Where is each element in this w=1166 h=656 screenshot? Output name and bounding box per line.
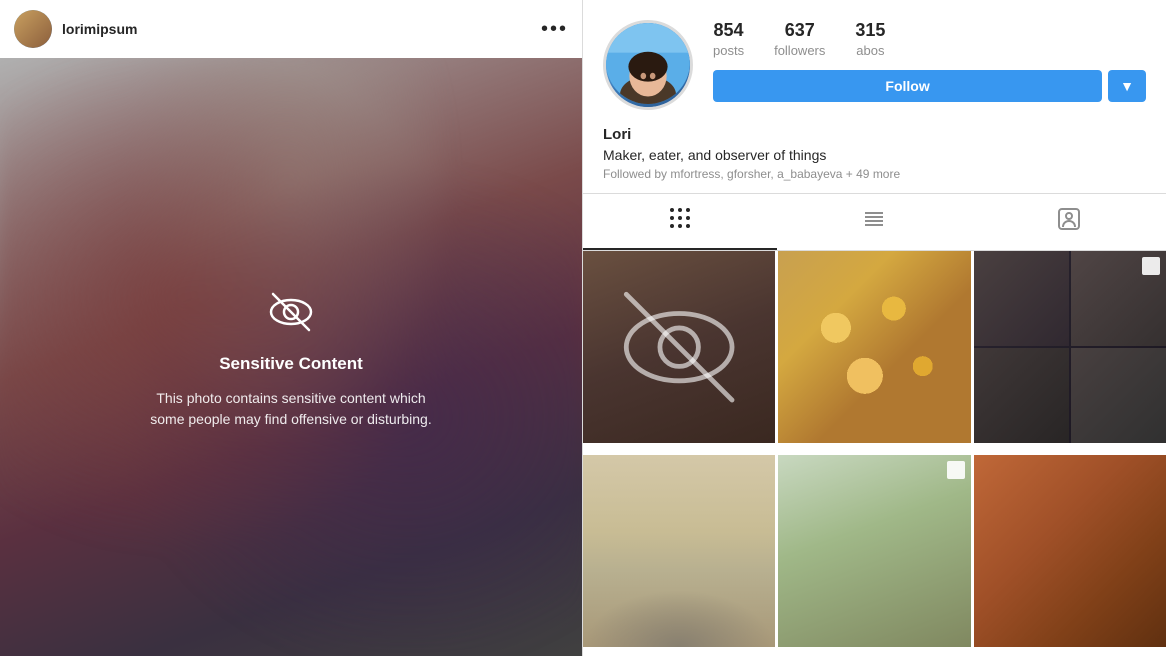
- grid-item[interactable]: [778, 251, 970, 443]
- post-image: Sensitive Content This photo contains se…: [0, 58, 582, 656]
- grid-item[interactable]: [974, 251, 1166, 443]
- avatar-image: [606, 23, 690, 107]
- posts-label: posts: [713, 43, 744, 58]
- photo-grid: [583, 251, 1166, 656]
- profile-tabs: [583, 193, 1166, 251]
- grid-item[interactable]: [583, 455, 775, 647]
- grid-icon: [668, 206, 692, 236]
- followers-stat[interactable]: 637 followers: [774, 20, 825, 58]
- right-panel: 854 posts 637 followers 315 abos Follow …: [583, 0, 1166, 656]
- followed-by-text: Followed by mfortress, gforsher, a_babay…: [603, 167, 1146, 181]
- profile-header: 854 posts 637 followers 315 abos Follow …: [583, 0, 1166, 126]
- sensitive-content-overlay: Sensitive Content This photo contains se…: [121, 264, 461, 450]
- profile-stats: 854 posts 637 followers 315 abos Follow …: [713, 20, 1146, 102]
- grid-eye-slash-icon: [583, 251, 775, 443]
- avatar-svg: [606, 23, 690, 107]
- grid-item-badge: [1142, 257, 1160, 275]
- posts-stat[interactable]: 854 posts: [713, 20, 744, 58]
- sensitive-description: This photo contains sensitive content wh…: [141, 388, 441, 430]
- person-tag-icon: [1057, 207, 1081, 237]
- follow-dropdown-button[interactable]: ▼: [1108, 70, 1146, 102]
- tab-tagged[interactable]: [972, 194, 1166, 250]
- post-username[interactable]: lorimipsum: [62, 21, 137, 37]
- following-stat[interactable]: 315 abos: [855, 20, 885, 58]
- chevron-down-icon: ▼: [1120, 78, 1134, 94]
- following-count: 315: [855, 20, 885, 41]
- list-icon: [862, 207, 886, 237]
- grid-item[interactable]: [778, 455, 970, 647]
- following-label: abos: [856, 43, 884, 58]
- post-header-left: lorimipsum: [14, 10, 137, 48]
- profile-avatar[interactable]: [603, 20, 693, 110]
- left-panel: lorimipsum ••• Sensitive Content This ph…: [0, 0, 583, 656]
- grid-item[interactable]: [583, 251, 775, 443]
- eye-slash-icon: [263, 284, 319, 340]
- stats-row: 854 posts 637 followers 315 abos: [713, 20, 1146, 58]
- profile-name: Lori: [603, 126, 1146, 143]
- tab-list[interactable]: [777, 194, 971, 250]
- profile-info: Lori Maker, eater, and observer of thing…: [583, 126, 1166, 193]
- followers-count: 637: [785, 20, 815, 41]
- profile-bio: Maker, eater, and observer of things: [603, 147, 1146, 163]
- grid-item[interactable]: [974, 455, 1166, 647]
- follow-row: Follow ▼: [713, 70, 1146, 102]
- grid-item-badge: [947, 461, 965, 479]
- followers-label: followers: [774, 43, 825, 58]
- more-options-button[interactable]: •••: [541, 19, 568, 39]
- follow-button[interactable]: Follow: [713, 70, 1102, 102]
- sensitive-title: Sensitive Content: [219, 354, 363, 374]
- post-header: lorimipsum •••: [0, 0, 582, 58]
- posts-count: 854: [714, 20, 744, 41]
- post-avatar[interactable]: [14, 10, 52, 48]
- tab-grid[interactable]: [583, 194, 777, 250]
